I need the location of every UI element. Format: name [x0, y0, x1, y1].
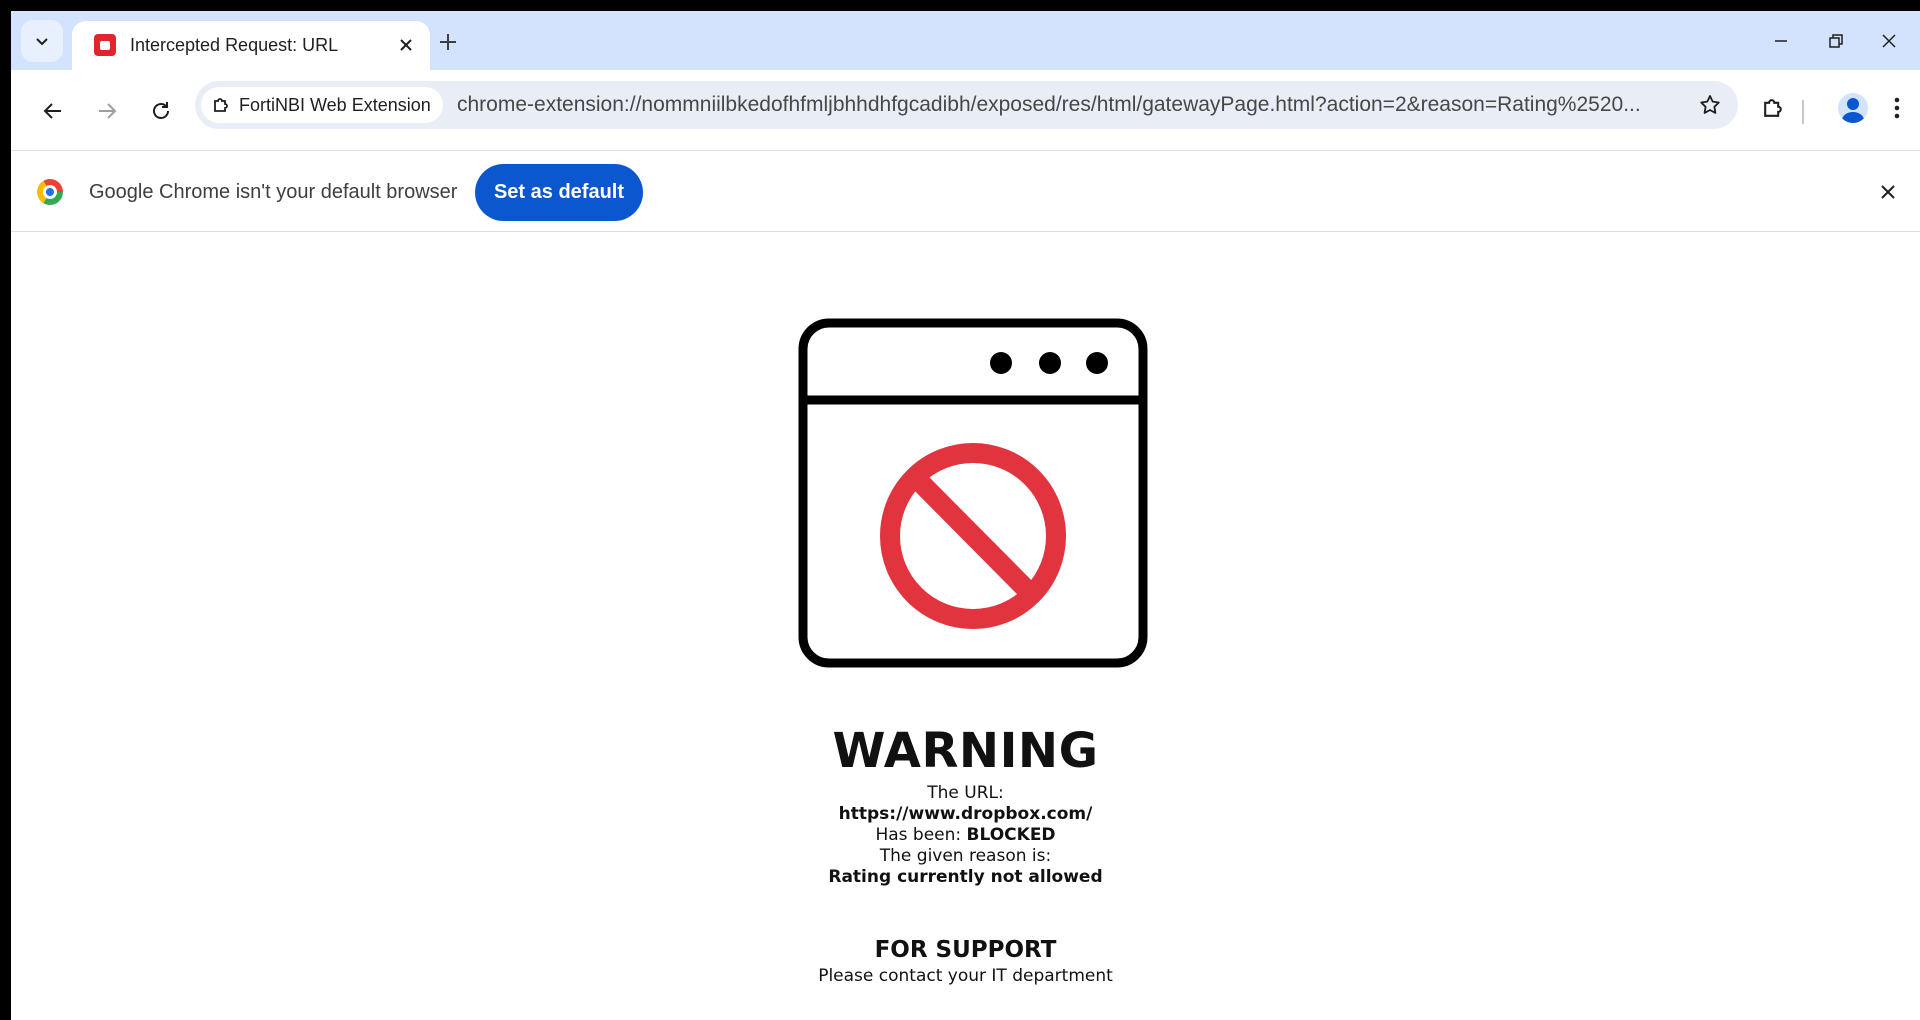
minimize-icon	[1775, 40, 1787, 42]
minimize-button[interactable]	[1761, 25, 1801, 57]
arrow-left-icon	[43, 103, 61, 119]
reload-icon	[153, 102, 169, 119]
tab-active[interactable]: Intercepted Request: URL	[72, 21, 430, 70]
tab-title: Intercepted Request: URL	[130, 35, 339, 55]
infobar-message: Google Chrome isn't your default browser	[89, 181, 458, 203]
extension-chip[interactable]: FortiNBI Web Extension	[201, 87, 443, 123]
reload-button[interactable]	[141, 91, 181, 131]
chrome-logo-icon	[37, 179, 63, 205]
blocked-browser-window-icon	[798, 318, 1148, 668]
status-line: Has been: BLOCKED	[11, 825, 1920, 846]
tab-close-button[interactable]	[394, 33, 418, 57]
set-as-default-button[interactable]: Set as default	[475, 164, 643, 221]
more-vertical-icon	[1894, 97, 1900, 119]
browser-toolbar: FortiNBI Web Extension chrome-extension:…	[11, 70, 1920, 151]
tab-search-button[interactable]	[21, 20, 63, 62]
back-button[interactable]	[33, 91, 73, 131]
infobar-close-button[interactable]	[1874, 178, 1902, 206]
star-icon	[1700, 95, 1720, 114]
url-label: The URL:	[927, 783, 1004, 803]
avatar-icon	[1838, 93, 1868, 123]
toolbar-divider	[1802, 100, 1804, 124]
plus-icon	[440, 34, 456, 50]
url-text[interactable]: chrome-extension://nommniilbkedofhfmljbh…	[457, 93, 1667, 117]
fortinet-favicon-icon	[94, 34, 116, 56]
warning-title: WARNING	[832, 723, 1099, 779]
support-text: Please contact your IT department	[818, 966, 1113, 986]
new-tab-button[interactable]	[433, 27, 463, 57]
bookmark-button[interactable]	[1696, 91, 1724, 119]
window-close-button[interactable]	[1869, 25, 1909, 57]
extension-chip-label: FortiNBI Web Extension	[239, 94, 431, 115]
browser-window: Intercepted Request: URL FortiNBI Web Ex…	[11, 11, 1920, 1020]
puzzle-piece-icon	[214, 98, 228, 112]
address-bar[interactable]: FortiNBI Web Extension chrome-extension:…	[195, 81, 1738, 129]
restore-icon	[1829, 34, 1843, 48]
tab-strip: Intercepted Request: URL	[11, 11, 1920, 70]
menu-button[interactable]	[1877, 88, 1917, 128]
default-browser-infobar: Google Chrome isn't your default browser…	[11, 152, 1920, 232]
blocked-url: https://www.dropbox.com/	[838, 804, 1093, 824]
extensions-button[interactable]	[1753, 88, 1793, 128]
reason-value: Rating currently not allowed	[828, 867, 1103, 887]
close-icon	[1882, 34, 1896, 48]
status-label: Has been:	[875, 825, 967, 845]
support-title: FOR SUPPORT	[874, 937, 1057, 963]
arrow-right-icon	[99, 103, 117, 119]
puzzle-piece-icon	[1764, 99, 1782, 117]
close-icon	[400, 39, 412, 51]
restore-button[interactable]	[1816, 25, 1856, 57]
blocked-page: WARNING The URL: https://www.dropbox.com…	[11, 233, 1920, 1020]
close-icon	[1881, 185, 1895, 199]
forward-button[interactable]	[87, 91, 127, 131]
reason-label: The given reason is:	[879, 846, 1052, 866]
chevron-down-icon	[36, 38, 48, 46]
status-value: BLOCKED	[966, 825, 1056, 845]
profile-button[interactable]	[1833, 88, 1873, 128]
